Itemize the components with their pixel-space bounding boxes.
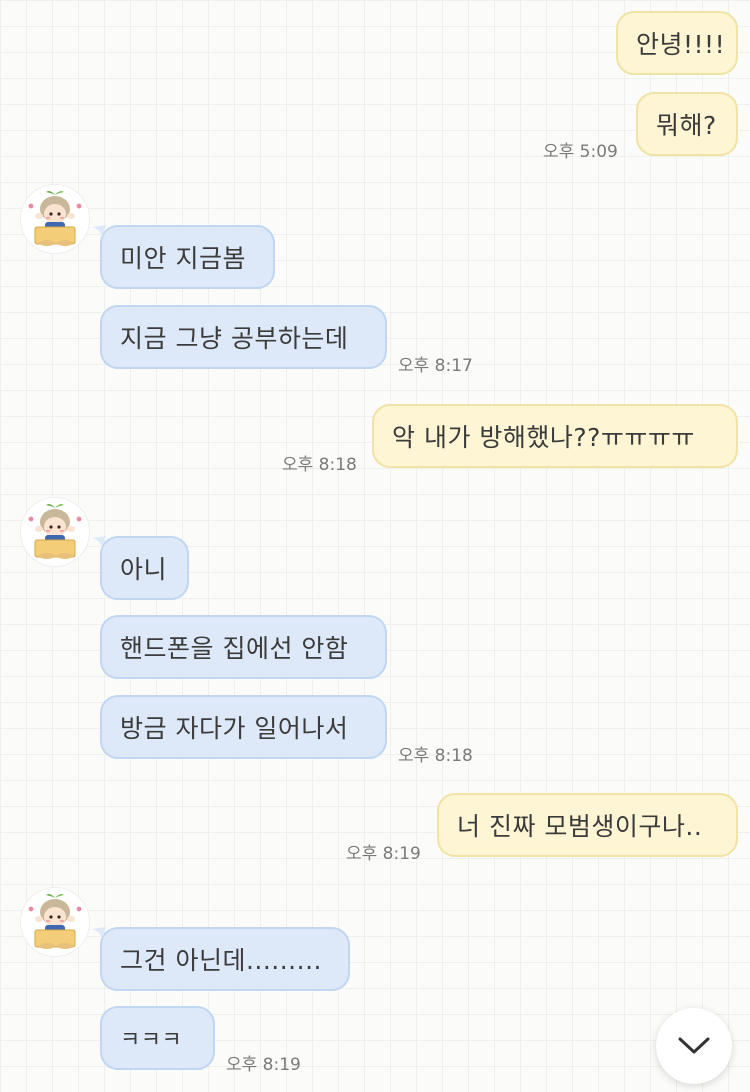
their-message-bubble[interactable]: 핸드폰을 집에선 안함 [100,615,387,679]
my-message-bubble[interactable]: 너 진짜 모범생이구나.. [437,793,738,857]
message-text: 안녕!!!! [636,30,726,59]
character-avatar-icon[interactable] [20,887,90,957]
message-time: 오후 5:09 [543,142,618,162]
message-text: 핸드폰을 집에선 안함 [120,634,349,663]
their-message-bubble[interactable]: 방금 자다가 일어나서 [100,695,387,759]
message-time: 오후 8:19 [346,844,421,864]
message-text: 너 진짜 모범생이구나.. [457,812,703,841]
bubble-tail [92,927,106,939]
message-text: 아니 [120,555,168,584]
message-text: 지금 그냥 공부하는데 [120,324,349,353]
message-text: 방금 자다가 일어나서 [120,714,349,743]
their-message-bubble[interactable]: ㅋㅋㅋ [100,1006,215,1070]
message-time: 오후 8:17 [398,356,473,376]
scroll-down-button[interactable] [656,1008,732,1084]
bubble-tail [92,225,106,237]
message-text: 그건 아닌데......... [120,946,322,975]
my-message-bubble[interactable]: 안녕!!!! [616,11,738,75]
message-text: 악 내가 방해했나??ㅠㅠㅠㅠ [392,423,695,452]
message-time: 오후 8:19 [226,1055,301,1075]
my-message-bubble[interactable]: 뭐해? [636,92,738,156]
chevron-down-icon [678,1037,710,1054]
their-message-bubble[interactable]: 아니 [100,536,189,600]
message-text: 미안 지금봄 [120,244,246,273]
their-message-bubble[interactable]: 미안 지금봄 [100,225,275,289]
message-text: ㅋㅋㅋ [120,1028,183,1053]
character-avatar-icon[interactable] [20,497,90,567]
character-avatar-icon[interactable] [20,184,90,254]
their-message-bubble[interactable]: 그건 아닌데......... [100,927,350,991]
their-message-bubble[interactable]: 지금 그냥 공부하는데 [100,305,387,369]
message-text: 뭐해? [656,111,717,140]
message-time: 오후 8:18 [398,746,473,766]
message-time: 오후 8:18 [282,455,357,475]
my-message-bubble[interactable]: 악 내가 방해했나??ㅠㅠㅠㅠ [372,404,738,468]
bubble-tail [92,536,106,548]
